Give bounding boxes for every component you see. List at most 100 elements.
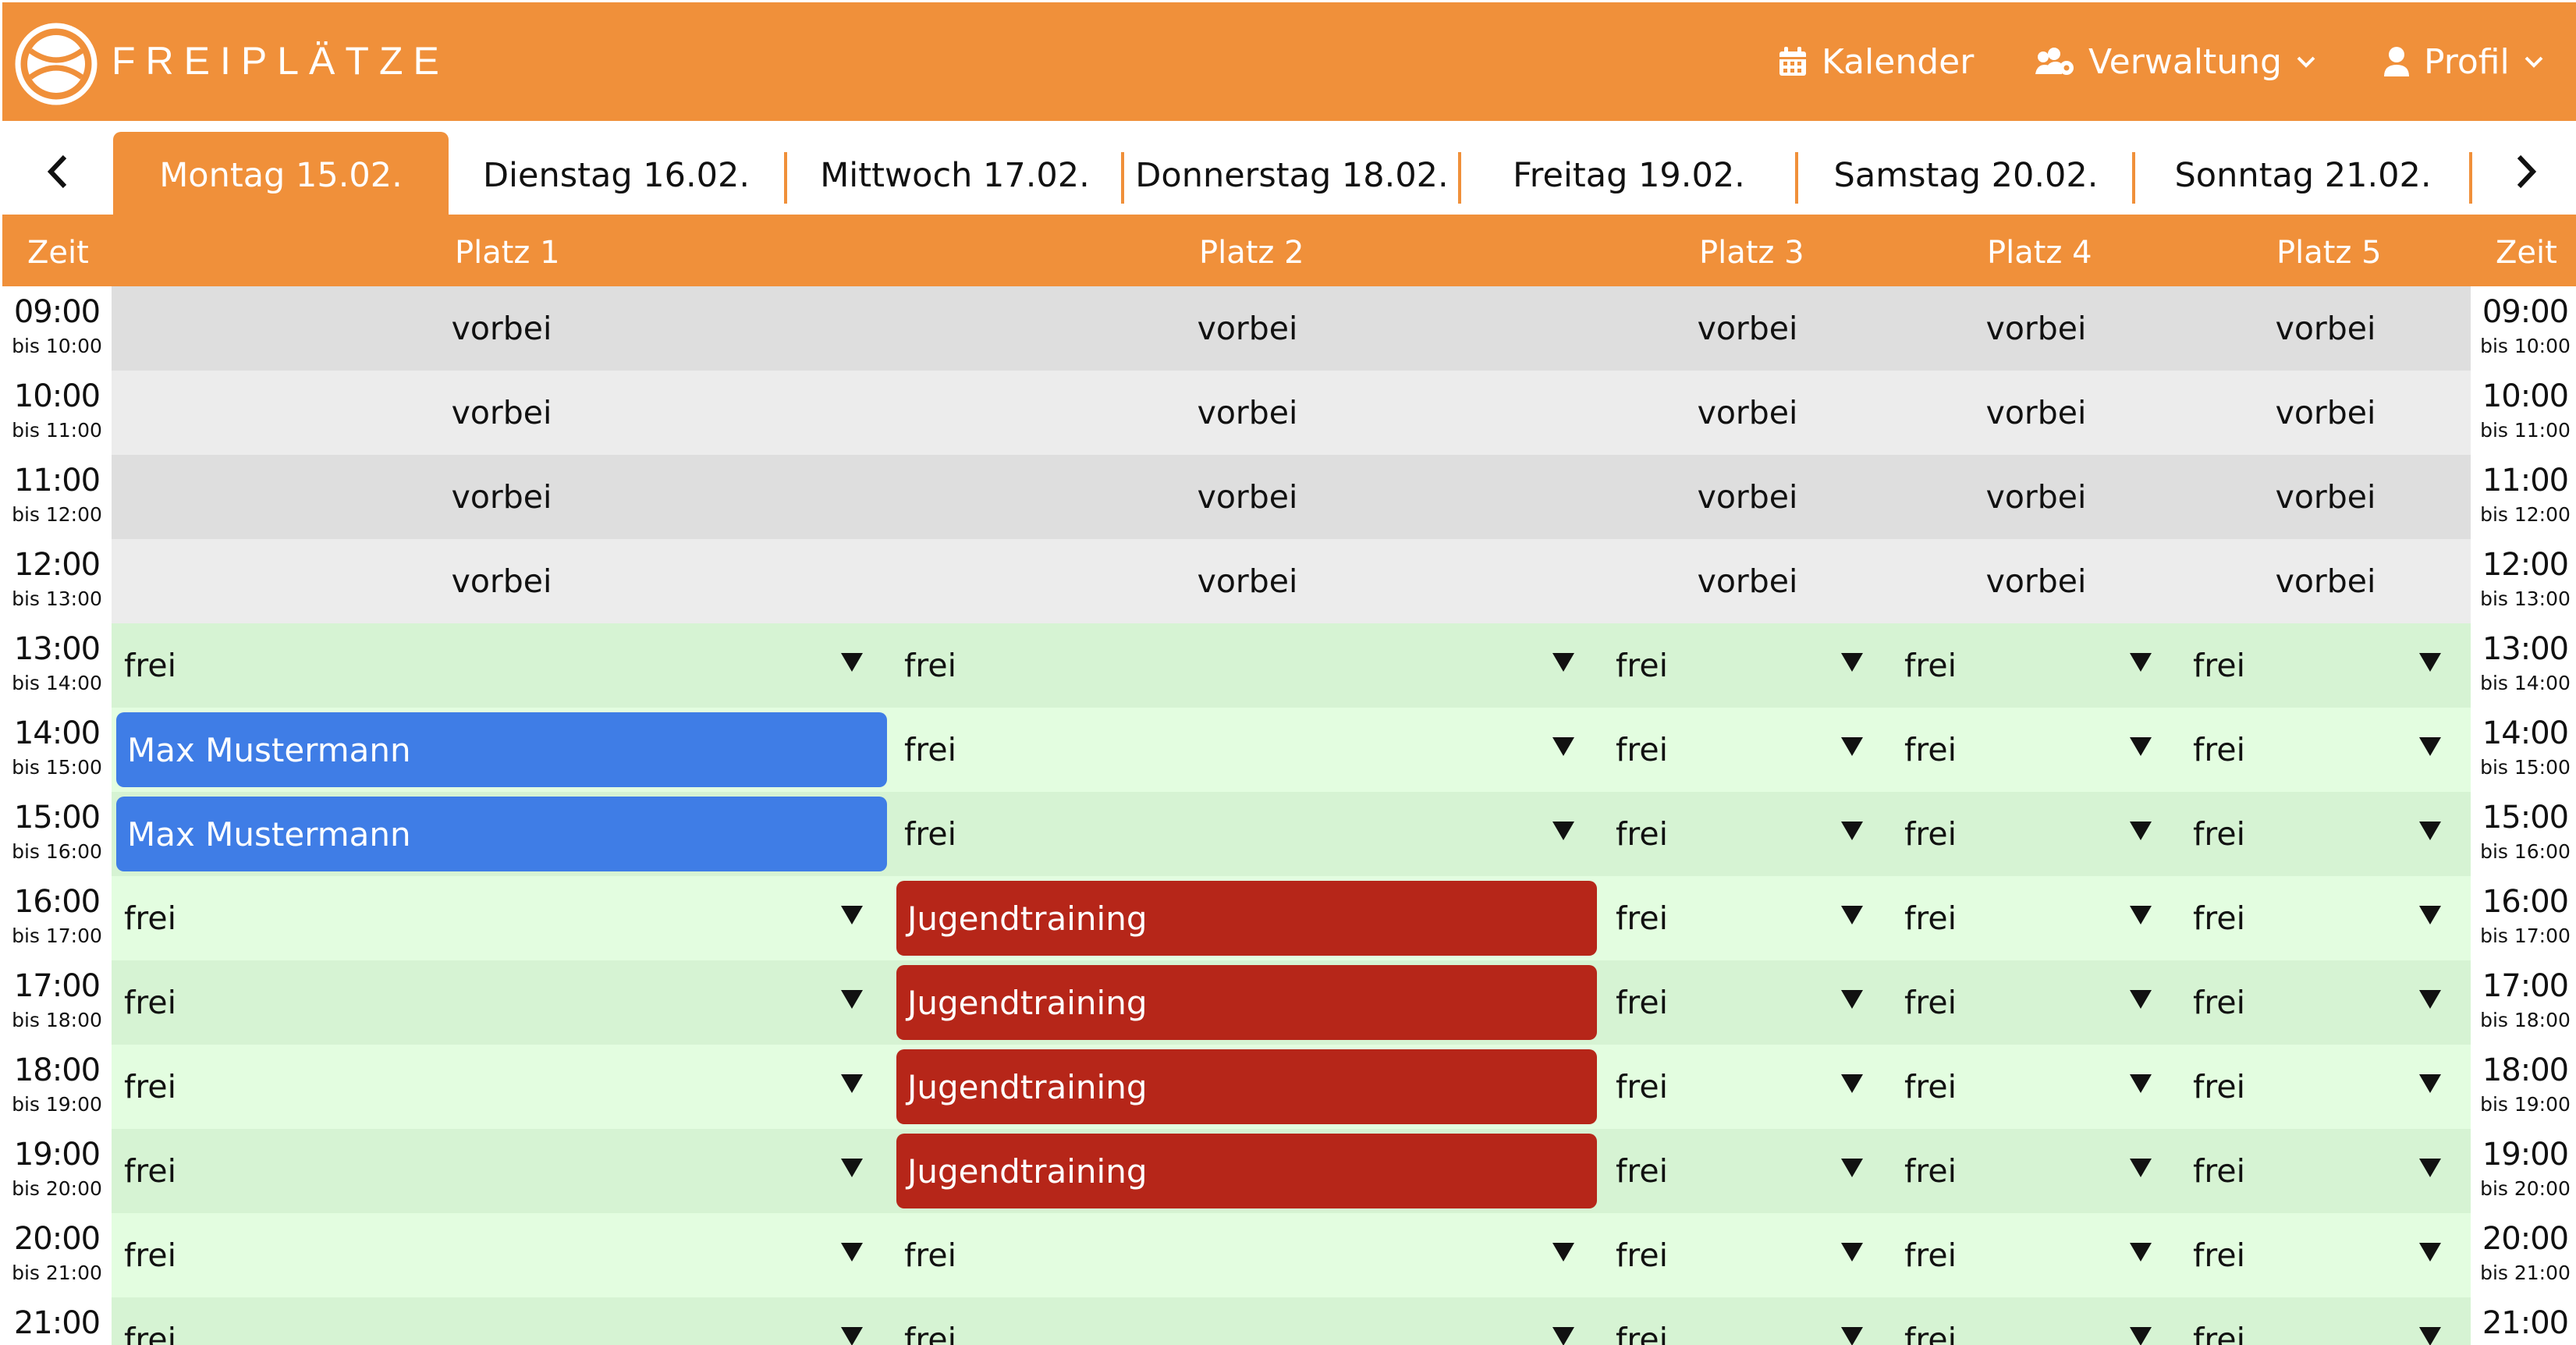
dropdown-caret-icon[interactable]: [1550, 733, 1577, 759]
slot-past: vorbei: [1197, 562, 1298, 600]
tab-mittwoch[interactable]: Mittwoch 17.02.: [787, 132, 1123, 219]
dropdown-caret-icon[interactable]: [1839, 1238, 1865, 1265]
slot-free[interactable]: frei: [112, 876, 892, 960]
dropdown-caret-icon[interactable]: [1839, 817, 1865, 843]
app-frame: FREIPLÄTZE Kalender Verwaltung Profil Mo…: [0, 0, 2576, 1345]
nav-profil[interactable]: Profil: [2383, 38, 2544, 85]
dropdown-caret-icon[interactable]: [2417, 733, 2443, 759]
tab-montag[interactable]: Montag 15.02.: [113, 132, 449, 219]
time-cell-right: 14:00 bis 15:00: [2471, 708, 2576, 792]
dropdown-caret-icon[interactable]: [2417, 817, 2443, 843]
dropdown-caret-icon[interactable]: [839, 648, 865, 675]
time-cell: 21:00: [2, 1297, 112, 1345]
slot-past: vorbei: [1697, 562, 1798, 600]
time-start: 09:00: [2482, 294, 2569, 330]
dropdown-caret-icon[interactable]: [2127, 1154, 2154, 1180]
booking-member[interactable]: Max Mustermann: [116, 797, 887, 871]
time-end: bis 17:00: [12, 924, 102, 947]
slot-past: vorbei: [2275, 562, 2376, 600]
booking-training[interactable]: Jugendtraining: [896, 1134, 1597, 1208]
dropdown-caret-icon[interactable]: [2127, 648, 2154, 675]
booking-member[interactable]: Max Mustermann: [116, 712, 887, 787]
dropdown-caret-icon[interactable]: [1839, 1070, 1865, 1096]
slot-free[interactable]: frei: [892, 623, 1603, 708]
dropdown-caret-icon[interactable]: [1839, 1154, 1865, 1180]
time-end: bis 18:00: [12, 1009, 102, 1031]
column-header-platz-1: Platz 1: [455, 235, 560, 271]
dropdown-caret-icon[interactable]: [839, 1070, 865, 1096]
dropdown-caret-icon[interactable]: [1550, 1238, 1577, 1265]
tennis-ball-logo-icon[interactable]: [13, 21, 99, 107]
dropdown-caret-icon[interactable]: [1839, 1322, 1865, 1345]
dropdown-caret-icon[interactable]: [839, 1322, 865, 1345]
table-row: 14:00 bis 15:00 14:00 bis 15:00 Max Musterma…: [2, 708, 2576, 792]
dropdown-caret-icon[interactable]: [1550, 817, 1577, 843]
nav-kalender[interactable]: Kalender: [1778, 38, 1974, 85]
tab-divider: [2469, 152, 2472, 204]
slot-free[interactable]: frei: [112, 1297, 892, 1345]
chevron-right-icon[interactable]: [2505, 152, 2544, 191]
dropdown-caret-icon[interactable]: [2417, 1154, 2443, 1180]
time-end: bis 14:00: [12, 672, 102, 694]
dropdown-caret-icon[interactable]: [2127, 733, 2154, 759]
slot-free[interactable]: frei: [892, 792, 1603, 876]
dropdown-caret-icon[interactable]: [1550, 648, 1577, 675]
dropdown-caret-icon[interactable]: [1839, 901, 1865, 928]
slot-free[interactable]: frei: [112, 1213, 892, 1297]
slot-free[interactable]: frei: [112, 1045, 892, 1129]
tab-freitag[interactable]: Freitag 19.02.: [1461, 132, 1797, 219]
dropdown-caret-icon[interactable]: [839, 901, 865, 928]
dropdown-caret-icon[interactable]: [2417, 1070, 2443, 1096]
dropdown-caret-icon[interactable]: [2417, 901, 2443, 928]
booking-training[interactable]: Jugendtraining: [896, 1049, 1597, 1124]
tab-donnerstag[interactable]: Donnerstag 18.02.: [1124, 132, 1460, 219]
dropdown-caret-icon[interactable]: [2417, 648, 2443, 675]
table-row: 10:00 bis 11:00 10:00 bis 11:00 vorbei vorbei…: [2, 371, 2576, 455]
slot-free[interactable]: frei: [892, 1297, 1603, 1345]
dropdown-caret-icon[interactable]: [839, 1238, 865, 1265]
chevron-left-icon[interactable]: [40, 152, 79, 191]
dropdown-caret-icon[interactable]: [2417, 1238, 2443, 1265]
dropdown-caret-icon[interactable]: [2127, 1238, 2154, 1265]
nav-kalender-label: Kalender: [1822, 41, 1975, 82]
dropdown-caret-icon[interactable]: [2127, 901, 2154, 928]
tab-dienstag[interactable]: Dienstag 16.02.: [449, 132, 784, 219]
top-bar: FREIPLÄTZE Kalender Verwaltung Profil: [2, 2, 2576, 121]
slot-free[interactable]: frei: [112, 960, 892, 1045]
brand-name[interactable]: FREIPLÄTZE: [112, 38, 449, 83]
dropdown-caret-icon[interactable]: [2417, 1322, 2443, 1345]
time-end: bis 18:00: [2480, 1009, 2571, 1031]
slot-past: vorbei: [1697, 394, 1798, 431]
dropdown-caret-icon[interactable]: [1550, 1322, 1577, 1345]
time-end: bis 20:00: [12, 1177, 102, 1200]
tab-samstag[interactable]: Samstag 20.02.: [1798, 132, 2134, 219]
dropdown-caret-icon[interactable]: [1839, 733, 1865, 759]
booking-training[interactable]: Jugendtraining: [896, 965, 1597, 1040]
dropdown-caret-icon[interactable]: [2127, 1322, 2154, 1345]
column-header-row: Zeit Platz 1 Platz 2 Platz 3 Platz 4 Pla…: [2, 219, 2576, 286]
slot-free[interactable]: frei: [892, 1213, 1603, 1297]
dropdown-caret-icon[interactable]: [839, 1154, 865, 1180]
time-cell-right: 18:00 bis 19:00: [2471, 1045, 2576, 1129]
table-row: 09:00 bis 10:00 09:00 bis 10:00 vorbei vorbei…: [2, 286, 2576, 371]
dropdown-caret-icon[interactable]: [2417, 985, 2443, 1012]
dropdown-caret-icon[interactable]: [2127, 985, 2154, 1012]
dropdown-caret-icon[interactable]: [2127, 1070, 2154, 1096]
tab-sonntag[interactable]: Sonntag 21.02.: [2135, 132, 2471, 219]
slot-free[interactable]: frei: [112, 1129, 892, 1213]
dropdown-caret-icon[interactable]: [839, 985, 865, 1012]
time-cell: 19:00 bis 20:00: [2, 1129, 112, 1213]
time-end: bis 15:00: [12, 756, 102, 779]
slot-free[interactable]: frei: [112, 623, 892, 708]
slot-free[interactable]: frei: [892, 708, 1603, 792]
dropdown-caret-icon[interactable]: [1839, 985, 1865, 1012]
time-start: 17:00: [2482, 968, 2569, 1004]
dropdown-caret-icon[interactable]: [1839, 648, 1865, 675]
booking-training[interactable]: Jugendtraining: [896, 881, 1597, 956]
table-row: 15:00 bis 16:00 15:00 bis 16:00 Max Musterma…: [2, 792, 2576, 876]
dropdown-caret-icon[interactable]: [2127, 817, 2154, 843]
slot-past: vorbei: [2275, 394, 2376, 431]
nav-verwaltung[interactable]: Verwaltung: [2034, 38, 2316, 85]
time-start: 09:00: [13, 294, 101, 330]
time-cell: 13:00 bis 14:00: [2, 623, 112, 708]
